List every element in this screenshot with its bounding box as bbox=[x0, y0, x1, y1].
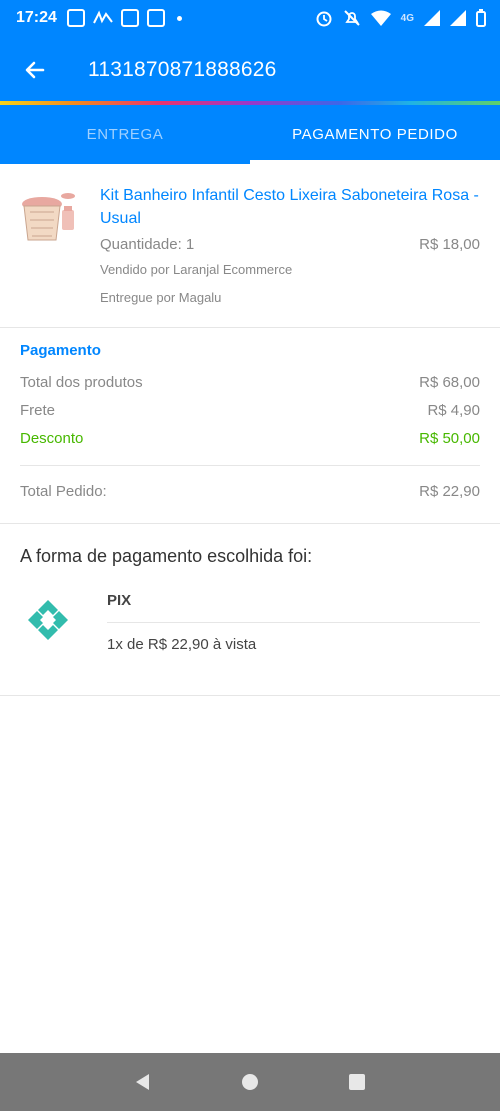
summary-row-products: Total dos produtos R$ 68,00 bbox=[20, 374, 480, 391]
product-seller: Vendido por Laranjal Ecommerce bbox=[100, 262, 293, 277]
more-notifications-dot-icon bbox=[176, 15, 182, 21]
back-arrow-icon bbox=[25, 61, 45, 79]
signature-icon bbox=[93, 10, 113, 24]
total-label: Total Pedido: bbox=[20, 483, 107, 500]
payment-summary: Pagamento Total dos produtos R$ 68,00 Fr… bbox=[0, 328, 500, 524]
product-quantity: Quantidade: 1 bbox=[100, 236, 195, 253]
pix-icon bbox=[28, 600, 68, 640]
shop-notification-icon bbox=[146, 9, 165, 27]
summary-row-shipping: Frete R$ 4,90 bbox=[20, 402, 480, 419]
signal-2-icon bbox=[450, 10, 466, 26]
summary-value: R$ 50,00 bbox=[419, 430, 480, 447]
nav-home-button[interactable] bbox=[230, 1062, 270, 1102]
summary-label: Frete bbox=[20, 402, 56, 419]
nav-home-icon bbox=[241, 1074, 258, 1090]
nav-back-button[interactable] bbox=[123, 1062, 163, 1102]
wifi-icon bbox=[370, 10, 391, 26]
summary-row-total: Total Pedido: R$ 22,90 bbox=[20, 483, 480, 500]
product-image[interactable] bbox=[20, 188, 80, 244]
app-notification-icon bbox=[66, 9, 85, 27]
payment-method-name: PIX bbox=[107, 592, 132, 609]
payment-section-title: Pagamento bbox=[20, 342, 101, 359]
system-icons: 4G bbox=[315, 9, 486, 27]
product-delivered-by: Entregue por Magalu bbox=[100, 290, 222, 305]
payment-method: A forma de pagamento escolhida foi: PIX … bbox=[0, 524, 500, 696]
status-bar: 17:24 4G bbox=[0, 0, 500, 36]
tab-bar: ENTREGA PAGAMENTO PEDIDO bbox=[0, 105, 500, 164]
total-value: R$ 22,90 bbox=[419, 483, 480, 500]
status-time: 17:24 bbox=[16, 9, 57, 26]
tab-pagamento-pedido[interactable]: PAGAMENTO PEDIDO bbox=[250, 105, 500, 164]
alarm-icon bbox=[316, 11, 332, 27]
network-type: 4G bbox=[400, 12, 414, 24]
summary-row-discount: Desconto R$ 50,00 bbox=[20, 430, 480, 447]
back-button[interactable] bbox=[0, 36, 70, 104]
battery-icon bbox=[476, 9, 486, 27]
bible-notification-icon bbox=[120, 9, 139, 27]
product-title-link[interactable]: Kit Banheiro Infantil Cesto Lixeira Sabo… bbox=[100, 184, 485, 230]
summary-value: R$ 68,00 bbox=[419, 374, 480, 391]
summary-label: Total dos produtos bbox=[20, 374, 143, 391]
summary-label: Desconto bbox=[20, 430, 84, 447]
mute-icon bbox=[343, 10, 360, 26]
nav-recents-button[interactable] bbox=[337, 1062, 377, 1102]
divider bbox=[107, 622, 480, 623]
app-bar: 1131870871888626 bbox=[0, 36, 500, 104]
signal-icon bbox=[424, 10, 440, 26]
tab-entrega[interactable]: ENTREGA bbox=[0, 105, 250, 164]
summary-value: R$ 4,90 bbox=[427, 402, 480, 419]
nav-recents-icon bbox=[348, 1074, 365, 1090]
system-nav-bar bbox=[0, 1053, 500, 1111]
product-item: Kit Banheiro Infantil Cesto Lixeira Sabo… bbox=[0, 164, 500, 328]
notification-icons bbox=[66, 9, 182, 27]
nav-back-icon bbox=[136, 1074, 150, 1090]
divider bbox=[20, 465, 480, 466]
order-id-title: 1131870871888626 bbox=[88, 58, 277, 81]
payment-method-heading: A forma de pagamento escolhida foi: bbox=[20, 546, 313, 566]
product-price: R$ 18,00 bbox=[419, 236, 480, 253]
payment-installments: 1x de R$ 22,90 à vista bbox=[107, 636, 257, 653]
